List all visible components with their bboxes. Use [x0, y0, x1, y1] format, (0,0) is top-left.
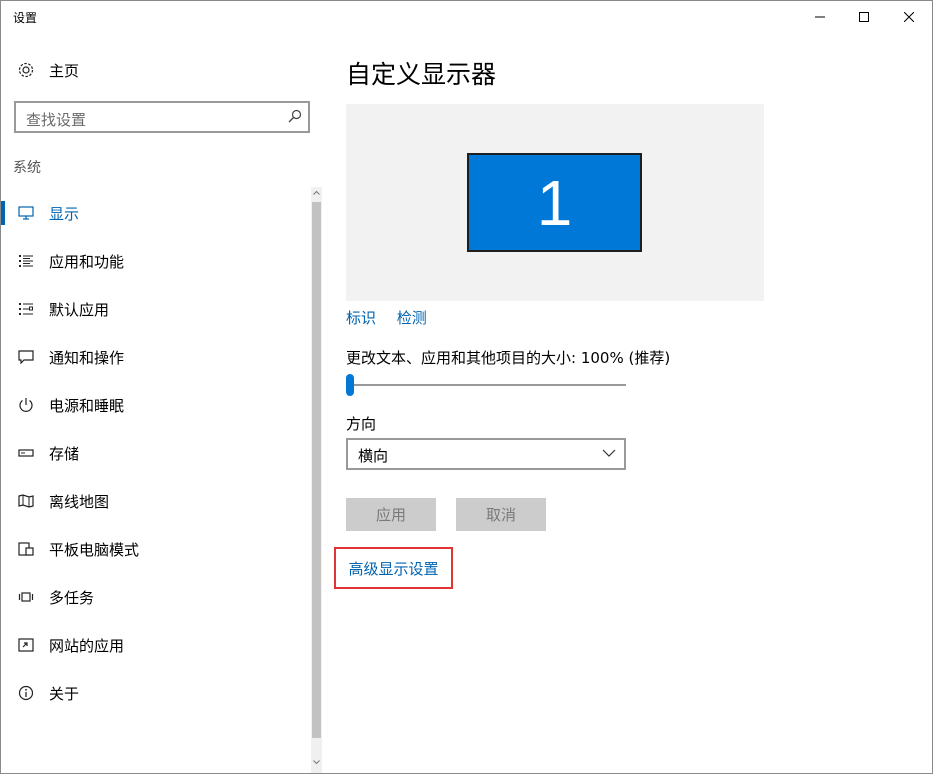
monitor-icon — [17, 205, 35, 221]
sidebar-item-apps-features[interactable]: 应用和功能 — [1, 237, 311, 285]
close-button[interactable] — [886, 1, 932, 33]
search-placeholder: 查找设置 — [26, 111, 87, 129]
scale-slider[interactable] — [346, 374, 626, 398]
sidebar-item-label: 通知和操作 — [49, 349, 125, 367]
sidebar-item-display[interactable]: 显示 — [1, 189, 311, 237]
sidebar-item-label: 存储 — [49, 445, 80, 463]
sidebar-item-label: 网站的应用 — [49, 637, 125, 655]
sidebar-item-default-apps[interactable]: 默认应用 — [1, 285, 311, 333]
nav-list: 显示 应用和功能 默认应用 通知和操作 电源和睡眠 存储 离线地图 平板电脑模式… — [1, 189, 311, 717]
scrollbar-thumb[interactable] — [312, 202, 321, 738]
sidebar-item-label: 平板电脑模式 — [49, 541, 140, 559]
info-icon — [17, 685, 35, 701]
sidebar-item-label: 应用和功能 — [49, 253, 125, 271]
maximize-button[interactable] — [841, 1, 887, 33]
sidebar-item-offline-maps[interactable]: 离线地图 — [1, 477, 311, 525]
window-title: 设置 — [13, 11, 38, 25]
page-title: 自定义显示器 — [346, 60, 497, 89]
identify-link[interactable]: 标识 — [346, 309, 376, 327]
scale-label: 更改文本、应用和其他项目的大小: 100% (推荐) — [346, 349, 671, 367]
search-input[interactable]: 查找设置 — [14, 101, 310, 133]
monitor-tile[interactable]: 1 — [467, 153, 642, 252]
sidebar-item-web-apps[interactable]: 网站的应用 — [1, 621, 311, 669]
orientation-value: 横向 — [358, 447, 389, 465]
sidebar-item-notifications[interactable]: 通知和操作 — [1, 333, 311, 381]
orientation-dropdown[interactable]: 横向 — [346, 438, 626, 470]
apps-list-icon — [17, 253, 35, 269]
sidebar-item-label: 关于 — [49, 685, 80, 703]
scroll-down-arrow-icon[interactable] — [312, 757, 321, 767]
sidebar: 主页 查找设置 系统 显示 应用和功能 默认应用 通知和操作 电源和睡眠 存储 … — [1, 33, 323, 773]
gear-icon — [18, 62, 34, 78]
sidebar-item-tablet-mode[interactable]: 平板电脑模式 — [1, 525, 311, 573]
minimize-icon — [815, 16, 825, 18]
chevron-down-icon — [602, 449, 616, 457]
sidebar-item-label: 多任务 — [49, 589, 95, 607]
tablet-mode-icon — [17, 541, 35, 557]
slider-track — [346, 384, 626, 386]
multitask-icon — [17, 589, 35, 605]
home-link[interactable]: 主页 — [17, 59, 79, 81]
detect-link[interactable]: 检测 — [397, 309, 427, 327]
close-icon — [904, 12, 914, 22]
storage-icon — [17, 445, 35, 461]
search-icon — [288, 109, 302, 123]
orientation-label: 方向 — [346, 415, 377, 433]
sidebar-item-label: 电源和睡眠 — [49, 397, 125, 415]
main-content: 自定义显示器 1 标识 检测 更改文本、应用和其他项目的大小: 100% (推荐… — [323, 33, 932, 773]
sidebar-item-about[interactable]: 关于 — [1, 669, 311, 717]
map-icon — [17, 493, 35, 509]
slider-thumb[interactable] — [346, 374, 354, 396]
title-bar: 设置 — [1, 1, 932, 33]
power-icon — [17, 397, 35, 413]
maximize-icon — [859, 12, 869, 22]
sidebar-item-label: 离线地图 — [49, 493, 110, 511]
sidebar-item-multitasking[interactable]: 多任务 — [1, 573, 311, 621]
web-apps-icon — [17, 637, 35, 653]
scroll-up-arrow-icon[interactable] — [312, 188, 321, 198]
monitor-number: 1 — [536, 166, 573, 239]
minimize-button[interactable] — [797, 1, 843, 33]
apply-button[interactable]: 应用 — [346, 498, 436, 531]
monitor-arrangement-area: 1 — [346, 104, 764, 301]
notification-icon — [17, 349, 35, 365]
sidebar-item-label: 默认应用 — [49, 301, 110, 319]
section-title-system: 系统 — [13, 160, 41, 176]
default-apps-icon — [17, 301, 35, 317]
home-label: 主页 — [49, 61, 80, 80]
monitor-links: 标识 检测 — [346, 307, 443, 328]
sidebar-item-storage[interactable]: 存储 — [1, 429, 311, 477]
sidebar-item-power-sleep[interactable]: 电源和睡眠 — [1, 381, 311, 429]
settings-window: 设置 主页 查找设置 系统 显示 应用和功能 默认应用 通知和操作 电源和睡眠 … — [0, 0, 933, 774]
advanced-display-settings-link[interactable]: 高级显示设置 — [334, 547, 453, 589]
cancel-button[interactable]: 取消 — [456, 498, 546, 531]
sidebar-item-label: 显示 — [49, 205, 80, 223]
